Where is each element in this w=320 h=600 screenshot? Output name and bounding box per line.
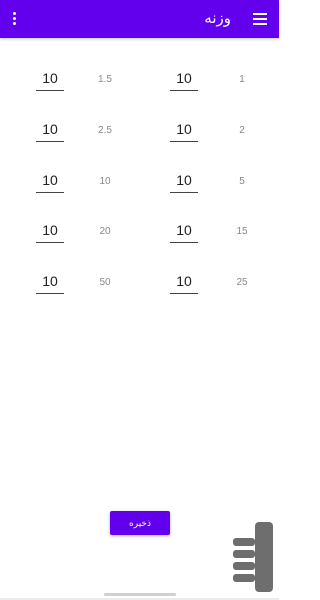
weight-row: 10 20 10 15 xyxy=(0,220,279,250)
weight-input-left[interactable]: 10 xyxy=(36,119,64,142)
weight-row: 10 2.5 10 2 xyxy=(0,119,279,149)
weight-label-left: 2.5 xyxy=(98,125,112,136)
weight-label-right: 2 xyxy=(239,125,245,136)
weight-row: 10 1.5 10 1 xyxy=(0,68,279,98)
weight-label-right: 15 xyxy=(236,226,248,237)
weight-row: 10 10 10 5 xyxy=(0,170,279,200)
more-vert-icon[interactable] xyxy=(11,12,17,26)
weight-input-left[interactable]: 10 xyxy=(36,220,64,243)
weight-row: 10 50 10 25 xyxy=(0,271,279,301)
weight-label-left: 1.5 xyxy=(98,74,112,85)
app-bar: وزنه xyxy=(0,0,279,38)
watermark-logo xyxy=(233,522,273,592)
weight-label-right: 25 xyxy=(236,277,248,288)
weight-label-left: 10 xyxy=(99,176,111,187)
page-title: وزنه xyxy=(204,10,231,27)
weight-input-right[interactable]: 10 xyxy=(170,119,198,142)
weight-input-right[interactable]: 10 xyxy=(170,68,198,91)
weight-input-right[interactable]: 10 xyxy=(170,271,198,294)
home-indicator xyxy=(104,593,176,596)
weight-label-right: 1 xyxy=(239,74,245,85)
weight-input-left[interactable]: 10 xyxy=(36,68,64,91)
weight-input-right[interactable]: 10 xyxy=(170,220,198,243)
weight-input-left[interactable]: 10 xyxy=(36,170,64,193)
weight-label-left: 20 xyxy=(99,226,111,237)
weight-input-right[interactable]: 10 xyxy=(170,170,198,193)
weight-label-right: 5 xyxy=(239,176,245,187)
weight-label-left: 50 xyxy=(99,277,111,288)
menu-icon[interactable] xyxy=(253,13,267,25)
weight-input-left[interactable]: 10 xyxy=(36,271,64,294)
save-button[interactable]: ذخیره xyxy=(110,511,170,535)
